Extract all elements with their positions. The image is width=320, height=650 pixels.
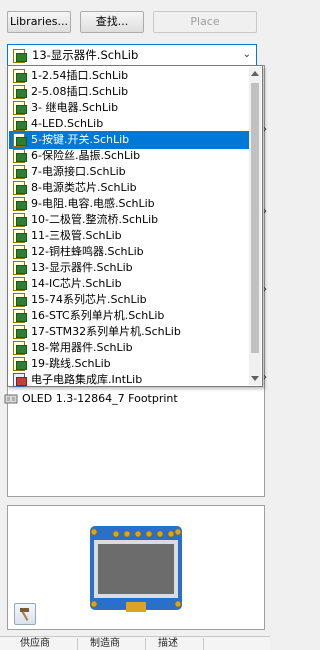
library-dropdown: 1-2.54插口.SchLib 2-5.08插口.SchLib 3- 继电器.Sch… (7, 65, 263, 387)
schlib-icon (12, 229, 27, 243)
oled-module-image (90, 526, 182, 612)
hammer-tool-button[interactable] (14, 603, 36, 625)
schlib-icon (12, 117, 27, 131)
component-preview (7, 505, 265, 630)
library-select[interactable]: 13-显示器件.SchLib ⌄ (7, 44, 257, 66)
schlib-icon (12, 69, 27, 83)
search-button[interactable]: 查找... (80, 11, 144, 33)
libraries-button[interactable]: Libraries... (7, 11, 71, 33)
column-header-description[interactable]: 描述 (158, 637, 178, 650)
schlib-icon (12, 181, 27, 195)
scroll-up-arrow-icon[interactable] (251, 71, 259, 76)
library-select-value: 13-显示器件.SchLib (32, 48, 139, 62)
schlib-icon (12, 357, 27, 371)
column-header-manufacturer[interactable]: 制造商 (90, 637, 120, 650)
chevron-down-icon[interactable]: ⌄ (243, 45, 251, 65)
schlib-icon (12, 165, 27, 179)
scroll-thumb[interactable] (251, 83, 259, 353)
schlib-icon (12, 341, 27, 355)
hammer-icon (20, 608, 29, 621)
schlib-icon (12, 101, 27, 115)
schlib-icon (12, 277, 27, 291)
schlib-icon (12, 197, 27, 211)
schlib-icon (12, 85, 27, 99)
dropdown-item[interactable]: 电子电路集成库.IntLib (9, 371, 250, 389)
side-tick: › (263, 206, 267, 217)
schlib-icon (12, 133, 27, 147)
schlib-icon (12, 149, 27, 163)
intlib-icon (12, 373, 27, 387)
schlib-icon (12, 261, 27, 275)
footprint-label: OLED 1.3-12864_7 Footprint (22, 392, 178, 405)
place-button[interactable]: Place (153, 11, 257, 33)
side-tick: › (263, 284, 267, 295)
schlib-icon (12, 309, 27, 323)
column-header-supplier[interactable]: 供应商 (20, 637, 50, 650)
footprint-icon (4, 394, 18, 404)
dropdown-item-label: 电子电路集成库.IntLib (31, 373, 143, 386)
side-tick: › (263, 124, 267, 135)
table-header: 供应商 制造商 描述 (0, 636, 270, 650)
side-tick: › (263, 372, 267, 383)
scroll-down-arrow-icon[interactable] (251, 376, 259, 381)
schlib-icon (12, 245, 27, 259)
dropdown-scrollbar[interactable] (249, 67, 261, 385)
schlib-icon (12, 293, 27, 307)
footprint-row[interactable]: OLED 1.3-12864_7 Footprint (4, 390, 178, 408)
schlib-icon (12, 325, 27, 339)
schlib-icon (12, 49, 27, 63)
schlib-icon (12, 213, 27, 227)
